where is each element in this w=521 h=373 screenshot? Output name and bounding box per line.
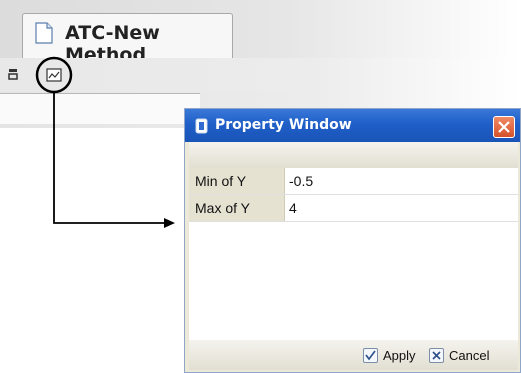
property-window-icon — [195, 118, 208, 134]
property-window-title: Property Window — [215, 117, 352, 133]
close-button[interactable] — [493, 116, 515, 138]
property-row-min-y[interactable]: Min of Y -0.5 — [189, 168, 518, 195]
property-value-input[interactable]: -0.5 — [289, 173, 313, 189]
callout-arrow-head — [164, 218, 175, 228]
apply-button[interactable]: Apply — [363, 346, 416, 364]
close-icon — [498, 121, 510, 133]
property-window-footer: Apply Cancel — [189, 340, 518, 370]
property-grid: Min of Y -0.5 Max of Y 4 — [189, 168, 518, 340]
property-key: Max of Y — [189, 195, 285, 221]
property-key: Min of Y — [189, 168, 285, 194]
x-icon — [429, 347, 444, 363]
property-value-input[interactable]: 4 — [289, 200, 297, 216]
cancel-label: Cancel — [449, 347, 490, 363]
callout-circle — [35, 56, 73, 94]
property-window: Property Window Min of Y -0.5 Max of Y 4… — [184, 108, 521, 373]
cancel-button[interactable]: Cancel — [429, 346, 489, 364]
property-window-toolbar — [189, 142, 518, 168]
callout-arrow-line — [53, 92, 166, 224]
checkmark-icon — [363, 347, 378, 363]
property-window-titlebar[interactable]: Property Window — [185, 109, 520, 142]
apply-label: Apply — [383, 347, 416, 363]
property-row-max-y[interactable]: Max of Y 4 — [189, 195, 518, 222]
